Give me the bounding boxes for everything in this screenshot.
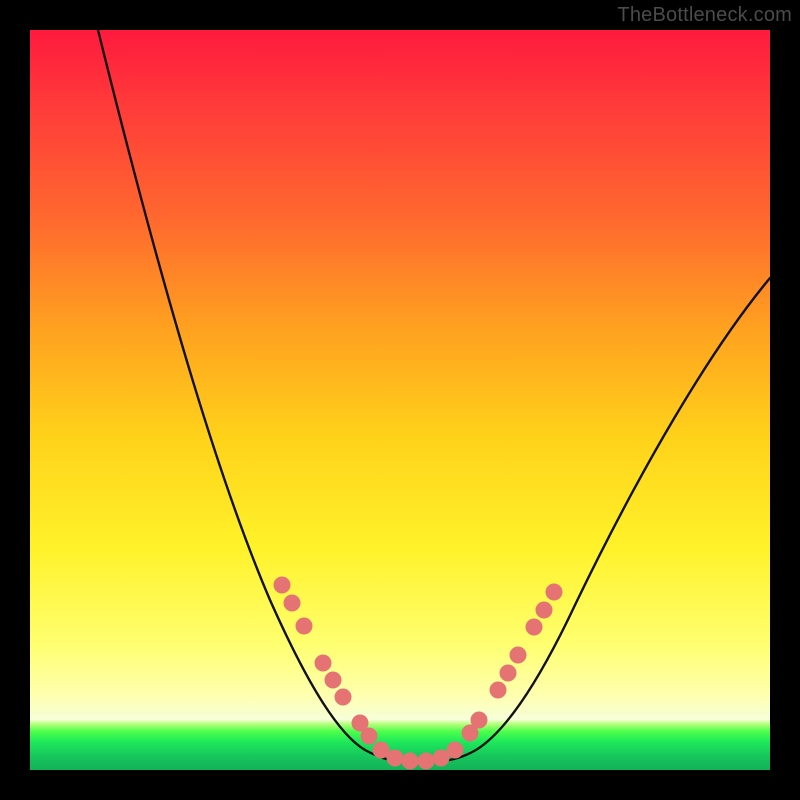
- marker-dot: [447, 742, 464, 759]
- marker-dot: [490, 682, 507, 699]
- marker-dot: [546, 584, 563, 601]
- marker-dot: [361, 728, 378, 745]
- marker-dot: [284, 595, 301, 612]
- bottleneck-curve: [98, 30, 770, 761]
- marker-dot: [335, 689, 352, 706]
- chart-frame: TheBottleneck.com: [0, 0, 800, 800]
- marker-dot: [315, 655, 332, 672]
- watermark-text: TheBottleneck.com: [617, 4, 792, 27]
- marker-dot: [500, 665, 517, 682]
- marker-dot: [526, 619, 543, 636]
- marker-dot: [274, 577, 291, 594]
- marker-dot: [325, 672, 342, 689]
- chart-overlay: [30, 30, 770, 770]
- marker-dots-group: [274, 577, 563, 770]
- marker-dot: [471, 712, 488, 729]
- plot-area: [30, 30, 770, 770]
- marker-dot: [536, 602, 553, 619]
- marker-dot: [510, 647, 527, 664]
- marker-dot: [418, 753, 435, 770]
- marker-dot: [402, 753, 419, 770]
- marker-dot: [387, 750, 404, 767]
- marker-dot: [296, 618, 313, 635]
